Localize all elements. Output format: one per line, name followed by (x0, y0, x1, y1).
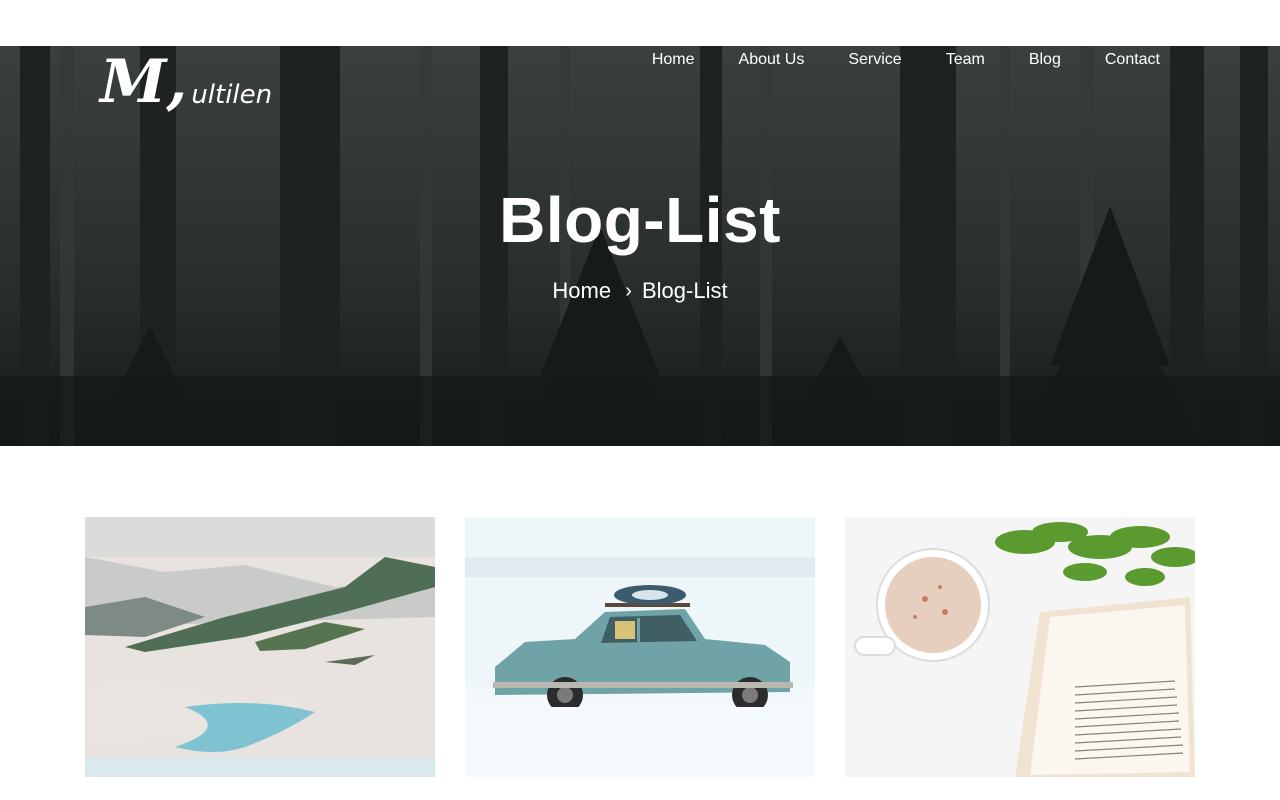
page-title: Blog-List (499, 184, 781, 256)
blog-card[interactable] (845, 517, 1195, 777)
nav-item-team[interactable]: Team (946, 50, 985, 70)
site-logo[interactable]: M, ultilen (100, 52, 272, 112)
breadcrumb: Home › Blog-List (0, 276, 1280, 305)
breadcrumb-current: Blog-List (642, 278, 728, 304)
blog-list (85, 517, 1195, 777)
nav-item-contact[interactable]: Contact (1105, 50, 1160, 70)
logo-initial: M, (100, 47, 188, 117)
blog-card[interactable] (85, 517, 435, 777)
main-nav: Home About Us Service Team Blog Contact (608, 50, 1160, 70)
nav-item-blog[interactable]: Blog (1029, 50, 1061, 70)
logo-text: ultilen (191, 80, 273, 110)
nav-item-home[interactable]: Home (652, 50, 695, 70)
coffee-cup-and-book-image[interactable] (845, 517, 1195, 777)
snowy-mountain-river-image[interactable] (85, 517, 435, 777)
vintage-car-in-snow-image[interactable] (465, 517, 815, 777)
nav-item-service[interactable]: Service (848, 50, 901, 70)
chevron-right-icon: › (625, 280, 632, 303)
blog-card[interactable] (465, 517, 815, 777)
breadcrumb-home-link[interactable]: Home (552, 277, 611, 305)
nav-item-about-us[interactable]: About Us (739, 50, 805, 70)
